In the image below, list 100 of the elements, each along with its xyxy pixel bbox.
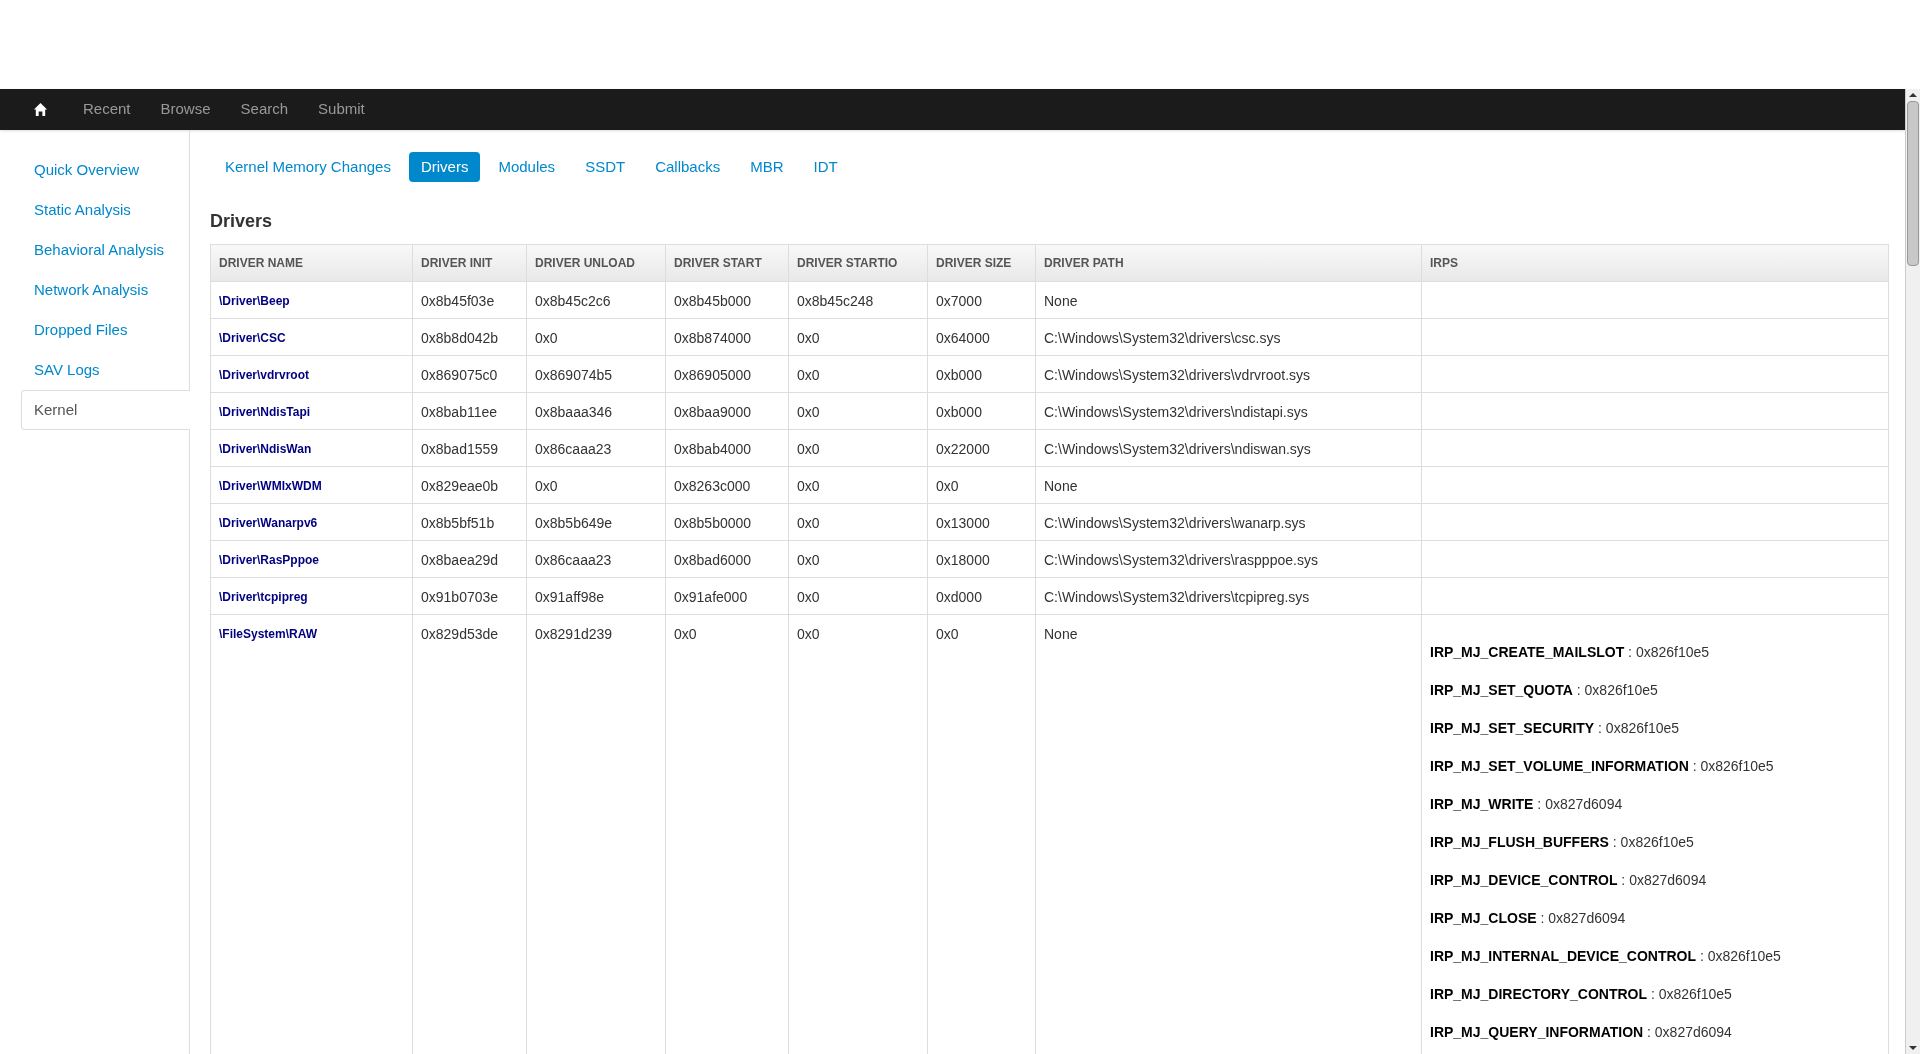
irp-entry: IRP_MJ_DEVICE_CONTROL : 0x827d6094 [1430, 871, 1708, 890]
table-cell: 0x8b5b649e [526, 503, 666, 541]
column-header: DRIVER START [665, 244, 789, 282]
section-title: Drivers [210, 210, 274, 233]
nav-link[interactable]: Browse [145, 98, 226, 121]
table-cell: C:\Windows\System32\drivers\wanarp.sys [1035, 503, 1422, 541]
table-cell: 0xd000 [927, 577, 1036, 615]
driver-name-link[interactable]: \Driver\NdisWan [210, 429, 413, 467]
table-cell: 0x8bad1559 [412, 429, 527, 467]
table-cell: C:\Windows\System32\drivers\raspppoe.sys [1035, 540, 1422, 578]
table-cell: 0x8b45b000 [665, 281, 789, 319]
tab[interactable]: Callbacks [643, 152, 733, 182]
table-cell: 0x8263c000 [665, 466, 789, 504]
nav-link[interactable]: Search [225, 98, 304, 121]
table-cell: C:\Windows\System32\drivers\tcpipreg.sys [1035, 577, 1422, 615]
table-cell: C:\Windows\System32\drivers\ndiswan.sys [1035, 429, 1422, 467]
table-cell: 0x64000 [927, 318, 1036, 356]
scrollbar[interactable] [1905, 89, 1920, 1054]
table-cell: 0x8baaa346 [526, 392, 666, 430]
irp-entry: IRP_MJ_SET_QUOTA : 0x826f10e5 [1430, 681, 1659, 700]
scrollbar-thumb[interactable] [1907, 101, 1919, 266]
table-cell: None [1035, 281, 1422, 319]
driver-name-link[interactable]: \Driver\NdisTapi [210, 392, 413, 430]
table-cell: 0x22000 [927, 429, 1036, 467]
driver-name-link[interactable]: \FileSystem\RAW [210, 614, 413, 1054]
sidebar-item[interactable]: Dropped Files [21, 310, 189, 350]
tab[interactable]: SSDT [573, 152, 638, 182]
table-cell: 0x0 [526, 466, 666, 504]
tab[interactable]: Drivers [408, 152, 481, 182]
table-cell: 0x8b45c248 [788, 281, 928, 319]
table-cell: 0x8b45f03e [412, 281, 527, 319]
irp-entry: IRP_MJ_SET_SECURITY : 0x826f10e5 [1430, 719, 1681, 738]
table-cell: 0x91afe000 [665, 577, 789, 615]
sidebar-item[interactable]: Kernel [21, 390, 190, 430]
irp-entry: IRP_MJ_WRITE : 0x827d6094 [1430, 795, 1624, 814]
table-cell: 0x8b8d042b [412, 318, 527, 356]
nav-link[interactable]: Submit [303, 98, 380, 121]
table-cell: 0x0 [788, 355, 928, 393]
irp-entry: IRP_MJ_FLUSH_BUFFERS : 0x826f10e5 [1430, 833, 1695, 852]
driver-name-link[interactable]: \Driver\WMIxWDM [210, 466, 413, 504]
table-cell: 0x8b874000 [665, 318, 789, 356]
scroll-down-icon[interactable] [1908, 1043, 1918, 1053]
sidebar-item[interactable]: SAV Logs [21, 350, 189, 390]
sidebar-item[interactable]: Behavioral Analysis [21, 230, 189, 270]
driver-name-link[interactable]: \Driver\Wanarpv6 [210, 503, 413, 541]
column-header: IRPS [1421, 244, 1889, 282]
irp-entry: IRP_MJ_QUERY_INFORMATION : 0x827d6094 [1430, 1023, 1733, 1042]
table-cell: 0x13000 [927, 503, 1036, 541]
nav-link[interactable]: Recent [68, 98, 146, 121]
table-cell: C:\Windows\System32\drivers\csc.sys [1035, 318, 1422, 356]
tab[interactable]: Kernel Memory Changes [213, 152, 403, 182]
table-cell: 0x869074b5 [526, 355, 666, 393]
driver-name-link[interactable]: \Driver\CSC [210, 318, 413, 356]
table-cell: C:\Windows\System32\drivers\ndistapi.sys [1035, 392, 1422, 430]
table-cell: 0x7000 [927, 281, 1036, 319]
table-cell: 0x869075c0 [412, 355, 527, 393]
driver-name-link[interactable]: \Driver\Beep [210, 281, 413, 319]
table-cell: None [1035, 466, 1422, 504]
table-cell: 0x0 [526, 318, 666, 356]
column-header: DRIVER INIT [412, 244, 527, 282]
irp-entry: IRP_MJ_CREATE_MAILSLOT : 0x826f10e5 [1430, 643, 1711, 662]
table-cell: 0x8baea29d [412, 540, 527, 578]
table-cell: 0x8b5b0000 [665, 503, 789, 541]
irp-entry: IRP_MJ_SET_VOLUME_INFORMATION : 0x826f10e5 [1430, 757, 1775, 776]
table-cell: 0x8bab11ee [412, 392, 527, 430]
table-cell: 0x8b5bf51b [412, 503, 527, 541]
table-cell: 0x86caaa23 [526, 429, 666, 467]
column-header: DRIVER SIZE [927, 244, 1036, 282]
table-cell: 0xb000 [927, 392, 1036, 430]
tab[interactable]: Modules [486, 152, 568, 182]
table-cell: 0x0 [788, 429, 928, 467]
home-icon[interactable] [33, 102, 48, 117]
column-header: DRIVER PATH [1035, 244, 1422, 282]
table-cell: 0x91b0703e [412, 577, 527, 615]
table-cell: C:\Windows\System32\drivers\vdrvroot.sys [1035, 355, 1422, 393]
driver-name-link[interactable]: \Driver\vdrvroot [210, 355, 413, 393]
table-cell: 0x829eae0b [412, 466, 527, 504]
sidebar-item[interactable]: Network Analysis [21, 270, 189, 310]
table-cell: 0x86caaa23 [526, 540, 666, 578]
column-header: DRIVER STARTIO [788, 244, 928, 282]
table-cell: 0x0 [788, 540, 928, 578]
driver-name-link[interactable]: \Driver\tcpipreg [210, 577, 413, 615]
irp-entry: IRP_MJ_DIRECTORY_CONTROL : 0x826f10e5 [1430, 985, 1733, 1004]
column-header: DRIVER UNLOAD [526, 244, 666, 282]
table-cell: 0x18000 [927, 540, 1036, 578]
table-cell: 0x0 [788, 466, 928, 504]
table-cell: 0x8bab4000 [665, 429, 789, 467]
column-header: DRIVER NAME [210, 244, 413, 282]
table-cell: 0x8bad6000 [665, 540, 789, 578]
table-cell: 0x0 [788, 577, 928, 615]
tab[interactable]: IDT [801, 152, 850, 182]
table-cell: 0x0 [788, 503, 928, 541]
table-cell: 0x0 [788, 392, 928, 430]
driver-name-link[interactable]: \Driver\RasPppoe [210, 540, 413, 578]
tab[interactable]: MBR [738, 152, 796, 182]
sidebar-item[interactable]: Static Analysis [21, 190, 189, 230]
table-cell: 0x0 [788, 318, 928, 356]
sidebar-item[interactable]: Quick Overview [21, 150, 189, 190]
irp-entry: IRP_MJ_CLOSE : 0x827d6094 [1430, 909, 1627, 928]
table-cell: 0xb000 [927, 355, 1036, 393]
